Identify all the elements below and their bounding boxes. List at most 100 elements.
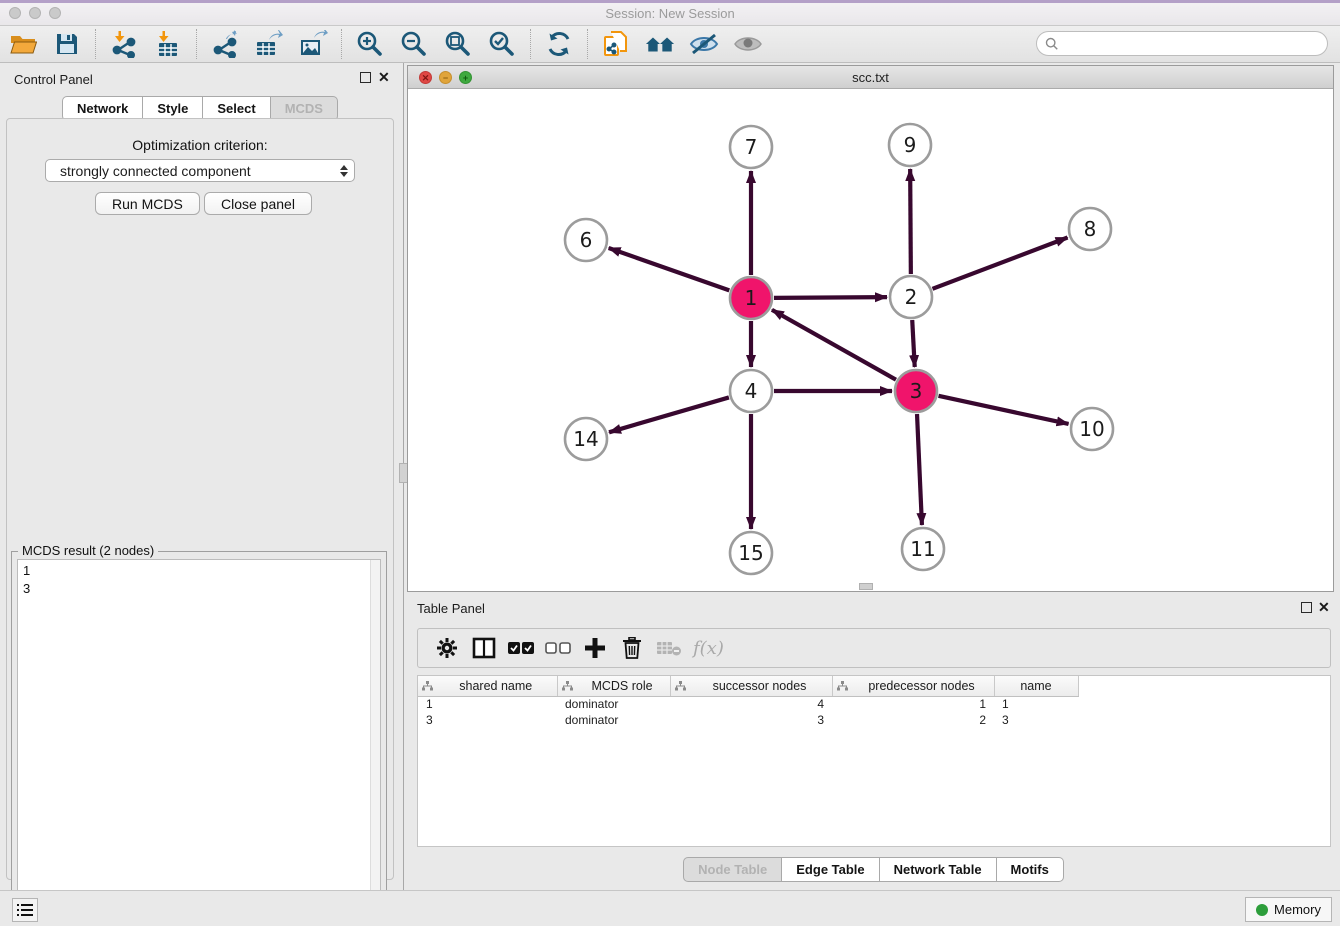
graph-edge-4-14[interactable] <box>609 397 729 432</box>
run-mcds-button[interactable]: Run MCDS <box>95 192 200 215</box>
graph-node-label-3: 3 <box>910 379 923 403</box>
refresh-layout-icon[interactable] <box>544 30 574 58</box>
memory-status-icon <box>1256 904 1268 916</box>
close-panel-icon[interactable]: ✕ <box>378 69 390 86</box>
window-top-accent <box>0 0 1340 3</box>
graph-node-label-7: 7 <box>745 135 758 159</box>
main-toolbar <box>0 26 1340 63</box>
import-table-icon[interactable] <box>153 30 183 58</box>
network-window-titlebar[interactable]: ✕ − + scc.txt <box>408 66 1333 89</box>
table-cell[interactable]: 4 <box>670 696 832 712</box>
function-builder-icon: f(x) <box>693 638 724 659</box>
toolbar-separator <box>587 29 588 59</box>
graph-edge-3-10[interactable] <box>938 396 1068 424</box>
optimization-criterion-label: Optimization criterion: <box>7 137 393 153</box>
column-hierarchy-icon <box>837 681 848 691</box>
search-input[interactable] <box>1059 36 1327 51</box>
close-table-panel-icon[interactable]: ✕ <box>1318 599 1330 616</box>
table-cell[interactable]: dominator <box>557 696 670 712</box>
task-list-icon <box>17 903 33 917</box>
table-cell[interactable]: 1 <box>418 696 557 712</box>
graph-node-label-11: 11 <box>910 537 935 561</box>
float-table-panel-icon[interactable] <box>1301 602 1312 613</box>
column-header-predecessor-nodes[interactable]: predecessor nodes <box>832 676 994 696</box>
columns-icon[interactable] <box>467 634 501 662</box>
mcds-result-text: 1 3 <box>18 560 370 926</box>
show-all-icon[interactable] <box>733 30 763 58</box>
column-hierarchy-icon <box>562 681 573 691</box>
first-neighbors-icon[interactable] <box>645 30 675 58</box>
mcds-result-area[interactable]: 1 3 <box>17 559 381 926</box>
memory-label: Memory <box>1274 902 1321 917</box>
table-row[interactable]: 1dominator411 <box>418 696 1078 712</box>
graph-edge-3-11[interactable] <box>917 414 922 525</box>
tab-edge-table[interactable]: Edge Table <box>782 857 879 882</box>
graph-edge-2-8[interactable] <box>933 238 1068 289</box>
table-cell[interactable]: 1 <box>832 696 994 712</box>
export-network-icon[interactable] <box>210 30 240 58</box>
gear-icon[interactable] <box>430 634 464 662</box>
graph-node-label-9: 9 <box>904 133 917 157</box>
mcds-result-title: MCDS result (2 nodes) <box>18 543 158 558</box>
toolbar-separator <box>95 29 96 59</box>
table-cell[interactable]: 3 <box>418 712 557 728</box>
graph-edge-3-1[interactable] <box>772 310 896 380</box>
node-table-grid: shared name MCDS role successor nodesprede… <box>418 676 1079 728</box>
column-header-label: MCDS role <box>579 679 666 693</box>
column-header-shared-name[interactable]: shared name <box>418 676 557 696</box>
graph-node-label-14: 14 <box>573 427 598 451</box>
table-cell[interactable]: dominator <box>557 712 670 728</box>
import-network-icon[interactable] <box>109 30 139 58</box>
task-history-button[interactable] <box>12 898 38 922</box>
zoom-out-icon[interactable] <box>399 30 429 58</box>
table-cell[interactable]: 1 <box>994 696 1078 712</box>
delete-table-icon <box>652 634 686 662</box>
export-image-icon[interactable] <box>298 30 328 58</box>
zoom-in-icon[interactable] <box>355 30 385 58</box>
select-all-icon[interactable] <box>504 634 538 662</box>
zoom-fit-icon[interactable] <box>443 30 473 58</box>
table-cell[interactable]: 3 <box>670 712 832 728</box>
table-row[interactable]: 3dominator323 <box>418 712 1078 728</box>
search-box[interactable] <box>1036 31 1328 56</box>
network-graph: 1234678910111415 <box>408 89 1333 591</box>
tab-node-table[interactable]: Node Table <box>683 857 782 882</box>
column-header-name[interactable]: name <box>994 676 1078 696</box>
table-cell[interactable]: 3 <box>994 712 1078 728</box>
open-session-icon[interactable] <box>8 30 38 58</box>
save-session-icon[interactable] <box>52 30 82 58</box>
memory-button[interactable]: Memory <box>1245 897 1332 922</box>
copy-network-icon[interactable] <box>601 30 631 58</box>
hide-selected-icon[interactable] <box>689 30 719 58</box>
app-title: Session: New Session <box>0 6 1340 21</box>
graph-edge-1-2[interactable] <box>774 297 887 298</box>
network-collapse-handle[interactable] <box>859 583 873 590</box>
app-titlebar: Session: New Session <box>0 0 1340 26</box>
add-icon[interactable] <box>578 634 612 662</box>
combo-stepper-icon <box>340 165 348 177</box>
graph-node-label-10: 10 <box>1079 417 1104 441</box>
result-scrollbar[interactable] <box>370 560 380 926</box>
table-cell[interactable]: 2 <box>832 712 994 728</box>
column-header-MCDS-role[interactable]: MCDS role <box>557 676 670 696</box>
mcds-panel: Optimization criterion: strongly connect… <box>6 118 394 880</box>
network-canvas[interactable]: 1234678910111415 <box>408 89 1333 591</box>
control-panel: Control Panel ✕ Network Style Select MCD… <box>0 63 400 890</box>
tab-network-table[interactable]: Network Table <box>880 857 997 882</box>
table-panel-title: Table Panel <box>417 601 485 616</box>
column-header-successor-nodes[interactable]: successor nodes <box>670 676 832 696</box>
graph-node-label-2: 2 <box>905 285 918 309</box>
graph-node-label-8: 8 <box>1084 217 1097 241</box>
export-table-icon[interactable] <box>254 30 284 58</box>
toolbar-separator <box>196 29 197 59</box>
zoom-selected-icon[interactable] <box>487 30 517 58</box>
float-panel-icon[interactable] <box>360 72 371 83</box>
graph-edge-1-6[interactable] <box>609 248 730 290</box>
tab-motifs[interactable]: Motifs <box>997 857 1064 882</box>
graph-edge-2-3[interactable] <box>912 320 915 367</box>
delete-icon[interactable] <box>615 634 649 662</box>
graph-edge-2-9[interactable] <box>910 169 911 274</box>
close-panel-button[interactable]: Close panel <box>204 192 312 215</box>
deselect-all-icon[interactable] <box>541 634 575 662</box>
criterion-select[interactable]: strongly connected component <box>45 159 355 182</box>
